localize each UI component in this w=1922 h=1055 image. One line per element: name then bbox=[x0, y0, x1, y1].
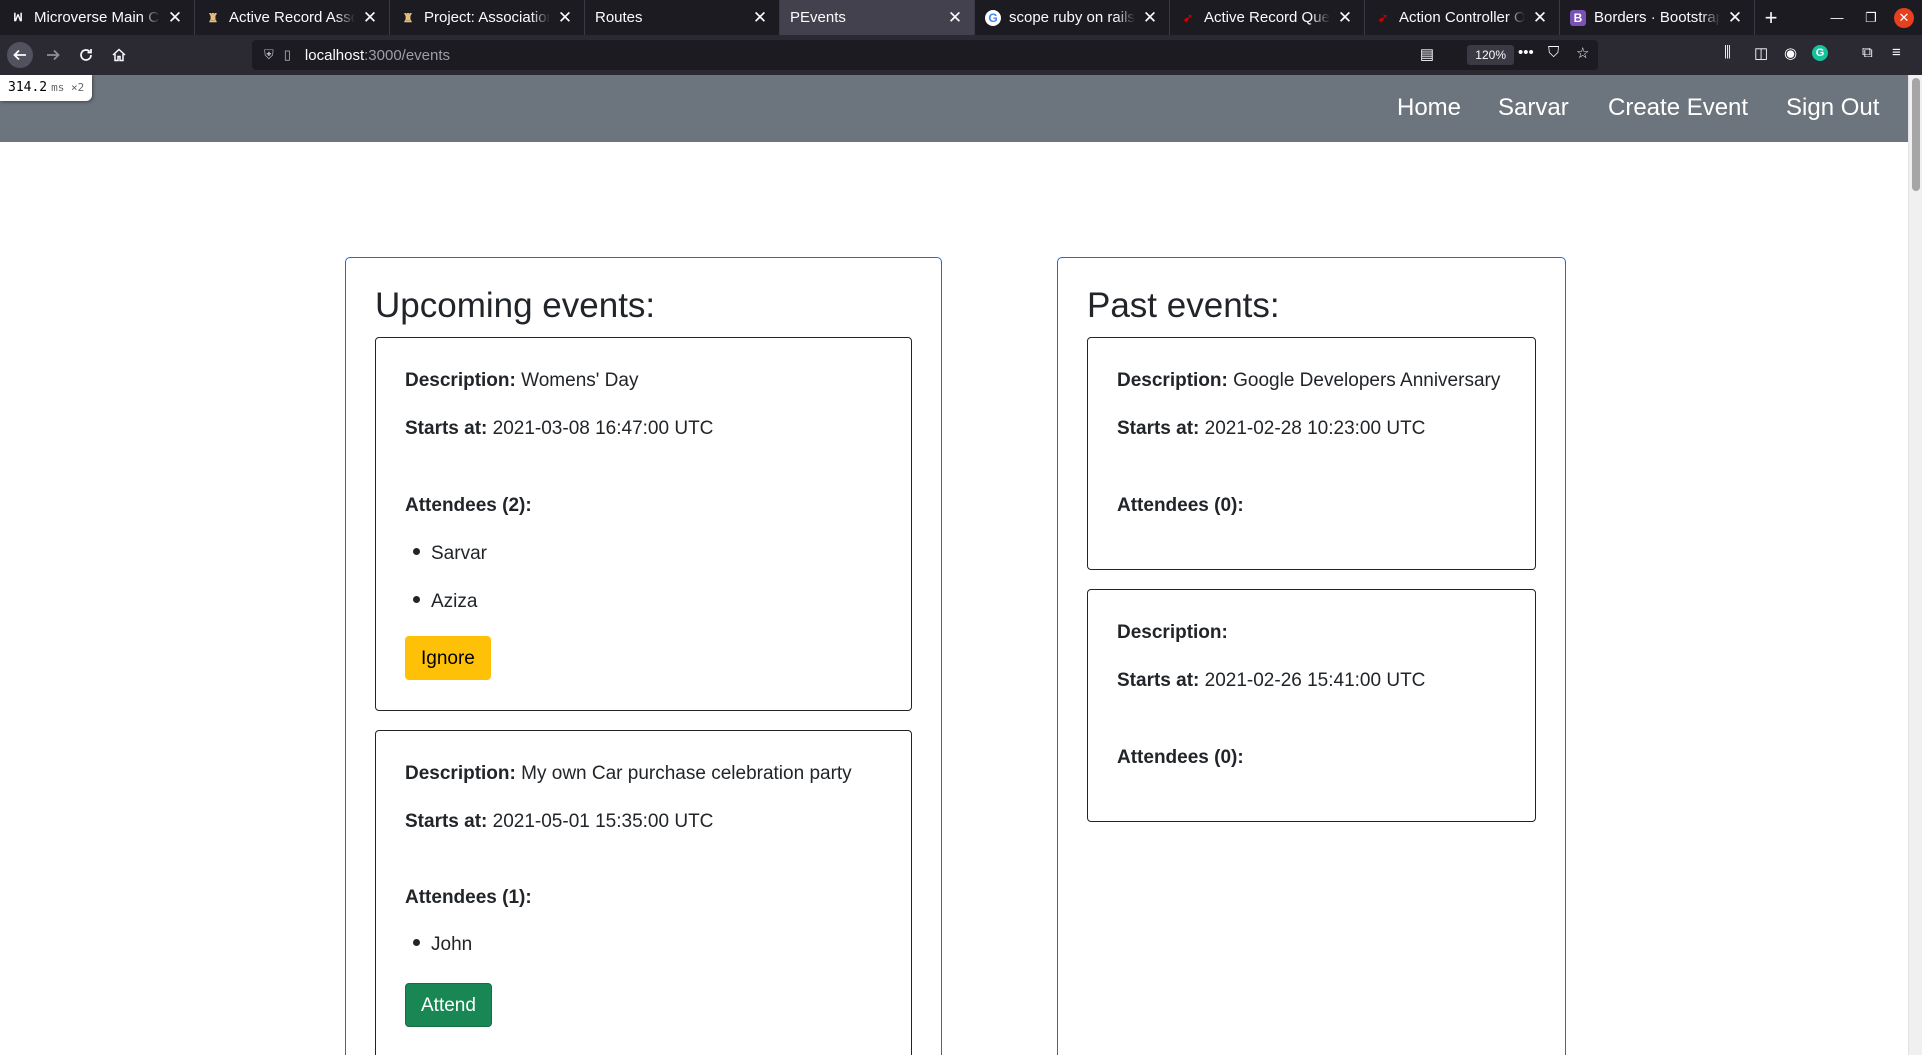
sidebar-icon[interactable]: ◫ bbox=[1754, 44, 1768, 62]
close-tab-icon[interactable]: ✕ bbox=[166, 8, 184, 28]
event-description: Description: My own Car purchase celebra… bbox=[405, 763, 852, 784]
nav-create-event-link[interactable]: Create Event bbox=[1608, 94, 1748, 122]
reload-icon bbox=[80, 49, 92, 61]
close-tab-icon[interactable]: ✕ bbox=[946, 8, 964, 28]
attendee-item: John bbox=[413, 934, 472, 956]
forward-arrow-icon bbox=[47, 49, 60, 61]
nav-sign-out-link[interactable]: Sign Out bbox=[1786, 94, 1879, 122]
forward-button[interactable] bbox=[40, 43, 66, 67]
account-icon[interactable]: ◉ bbox=[1784, 44, 1797, 62]
browser-tab[interactable]: ➹ Active Record Query ✕ bbox=[1170, 0, 1365, 35]
event-card: Description: My own Car purchase celebra… bbox=[375, 730, 912, 1055]
bootstrap-icon: B bbox=[1570, 9, 1586, 26]
bullet-icon bbox=[413, 596, 420, 604]
close-tab-icon[interactable]: ✕ bbox=[1336, 8, 1354, 28]
bookmark-star-icon[interactable]: ☆ bbox=[1576, 44, 1589, 62]
event-start-time: Starts at: 2021-03-08 16:47:00 UTC bbox=[405, 418, 714, 439]
microverse-icon: ꟽ bbox=[13, 12, 23, 24]
bullet-icon bbox=[413, 939, 420, 947]
browser-tab[interactable]: ♜ Active Record Assoc ✕ bbox=[195, 0, 390, 35]
event-description: Description: bbox=[1117, 622, 1228, 643]
browser-tab-active[interactable]: PEvents ✕ bbox=[780, 0, 975, 35]
event-card: Description: Starts at: 2021-02-26 15:41… bbox=[1087, 589, 1536, 822]
reload-button[interactable] bbox=[73, 43, 99, 67]
attend-button[interactable]: Attend bbox=[405, 983, 492, 1027]
event-description: Description: Womens' Day bbox=[405, 370, 639, 391]
browser-toolbar: ⛨ ▯ localhost:3000/events ▤ 120% ••• ⛉ ☆… bbox=[0, 35, 1922, 75]
pocket-icon[interactable]: ⛉ bbox=[1548, 44, 1559, 61]
home-icon bbox=[112, 48, 126, 62]
browser-tab[interactable]: Routes ✕ bbox=[585, 0, 780, 35]
past-events-heading: Past events: bbox=[1087, 286, 1280, 325]
attendee-item: Aziza bbox=[413, 591, 477, 613]
rails-icon: ➹ bbox=[1182, 10, 1194, 25]
window-controls: — ❐ ✕ bbox=[1820, 0, 1922, 35]
minimize-icon[interactable]: — bbox=[1820, 10, 1854, 25]
shield-icon: ⛨ bbox=[264, 47, 274, 62]
event-start-time: Starts at: 2021-02-26 15:41:00 UTC bbox=[1117, 670, 1426, 691]
mini-profiler-badge[interactable]: 314.2 ms ×2 bbox=[0, 75, 93, 101]
nav-user-link[interactable]: Sarvar bbox=[1498, 94, 1569, 122]
close-tab-icon[interactable]: ✕ bbox=[1141, 8, 1159, 28]
close-tab-icon[interactable]: ✕ bbox=[751, 8, 769, 28]
event-attendees-label: Attendees (0): bbox=[1117, 495, 1244, 516]
event-attendees-label: Attendees (0): bbox=[1117, 747, 1244, 768]
close-tab-icon[interactable]: ✕ bbox=[556, 8, 574, 28]
site-navbar: Home Sarvar Create Event Sign Out bbox=[0, 75, 1908, 142]
restore-icon[interactable]: ❐ bbox=[1854, 10, 1888, 26]
nav-home-link[interactable]: Home bbox=[1397, 94, 1461, 122]
page-icon: ▯ bbox=[283, 47, 291, 62]
back-button[interactable] bbox=[7, 42, 33, 68]
event-card: Description: Google Developers Anniversa… bbox=[1087, 337, 1536, 570]
upcoming-events-heading: Upcoming events: bbox=[375, 286, 656, 325]
odin-icon: ♜ bbox=[402, 10, 414, 25]
scrollbar-thumb[interactable] bbox=[1912, 78, 1920, 191]
library-icon[interactable]: ⫼ bbox=[1724, 44, 1731, 61]
more-actions-icon[interactable]: ••• bbox=[1518, 44, 1534, 61]
back-arrow-icon bbox=[13, 49, 26, 61]
close-tab-icon[interactable]: ✕ bbox=[1726, 8, 1744, 28]
upcoming-events-column: Upcoming events: Description: Womens' Da… bbox=[345, 257, 942, 1055]
browser-tab[interactable]: ꟽ Microverse Main Cu ✕ bbox=[0, 0, 195, 35]
browser-tab[interactable]: ➹ Action Controller Ov ✕ bbox=[1365, 0, 1560, 35]
browser-tab[interactable]: B Borders · Bootstrap ✕ bbox=[1560, 0, 1755, 35]
page-viewport: Home Sarvar Create Event Sign Out 314.2 m… bbox=[0, 75, 1908, 1055]
address-bar[interactable]: ⛨ ▯ localhost:3000/events ▤ 120% bbox=[252, 40, 1598, 70]
close-window-icon[interactable]: ✕ bbox=[1894, 7, 1914, 28]
browser-tab-strip: ꟽ Microverse Main Cu ✕ ♜ Active Record A… bbox=[0, 0, 1922, 35]
event-attendees-label: Attendees (2): bbox=[405, 495, 532, 516]
google-icon: G bbox=[985, 9, 1001, 26]
attendee-item: Sarvar bbox=[413, 543, 487, 565]
home-button[interactable] bbox=[106, 43, 132, 67]
event-description: Description: Google Developers Anniversa… bbox=[1117, 370, 1501, 391]
close-tab-icon[interactable]: ✕ bbox=[1531, 8, 1549, 28]
bullet-icon bbox=[413, 548, 420, 556]
new-tab-button[interactable]: + bbox=[1755, 0, 1787, 35]
rails-guide-icon: ♜ bbox=[207, 10, 219, 25]
browser-tab[interactable]: G scope ruby on rails g ✕ bbox=[975, 0, 1170, 35]
event-start-time: Starts at: 2021-02-28 10:23:00 UTC bbox=[1117, 418, 1426, 439]
grammarly-icon[interactable]: G bbox=[1812, 45, 1828, 61]
extensions-icon[interactable]: ⧉ bbox=[1862, 44, 1873, 61]
rails-icon: ➹ bbox=[1377, 10, 1389, 25]
zoom-level[interactable]: 120% bbox=[1467, 45, 1514, 65]
menu-icon[interactable]: ≡ bbox=[1892, 44, 1901, 61]
ignore-button[interactable]: Ignore bbox=[405, 636, 491, 680]
event-card: Description: Womens' Day Starts at: 2021… bbox=[375, 337, 912, 711]
past-events-column: Past events: Description: Google Develop… bbox=[1057, 257, 1566, 1055]
browser-tab[interactable]: ♜ Project: Associations ✕ bbox=[390, 0, 585, 35]
close-tab-icon[interactable]: ✕ bbox=[361, 8, 379, 28]
reader-view-icon[interactable]: ▤ bbox=[1420, 45, 1434, 63]
event-attendees-label: Attendees (1): bbox=[405, 887, 532, 908]
event-start-time: Starts at: 2021-05-01 15:35:00 UTC bbox=[405, 811, 714, 832]
url-text[interactable]: localhost:3000/events bbox=[305, 47, 450, 64]
page-scrollbar[interactable] bbox=[1908, 75, 1922, 1055]
